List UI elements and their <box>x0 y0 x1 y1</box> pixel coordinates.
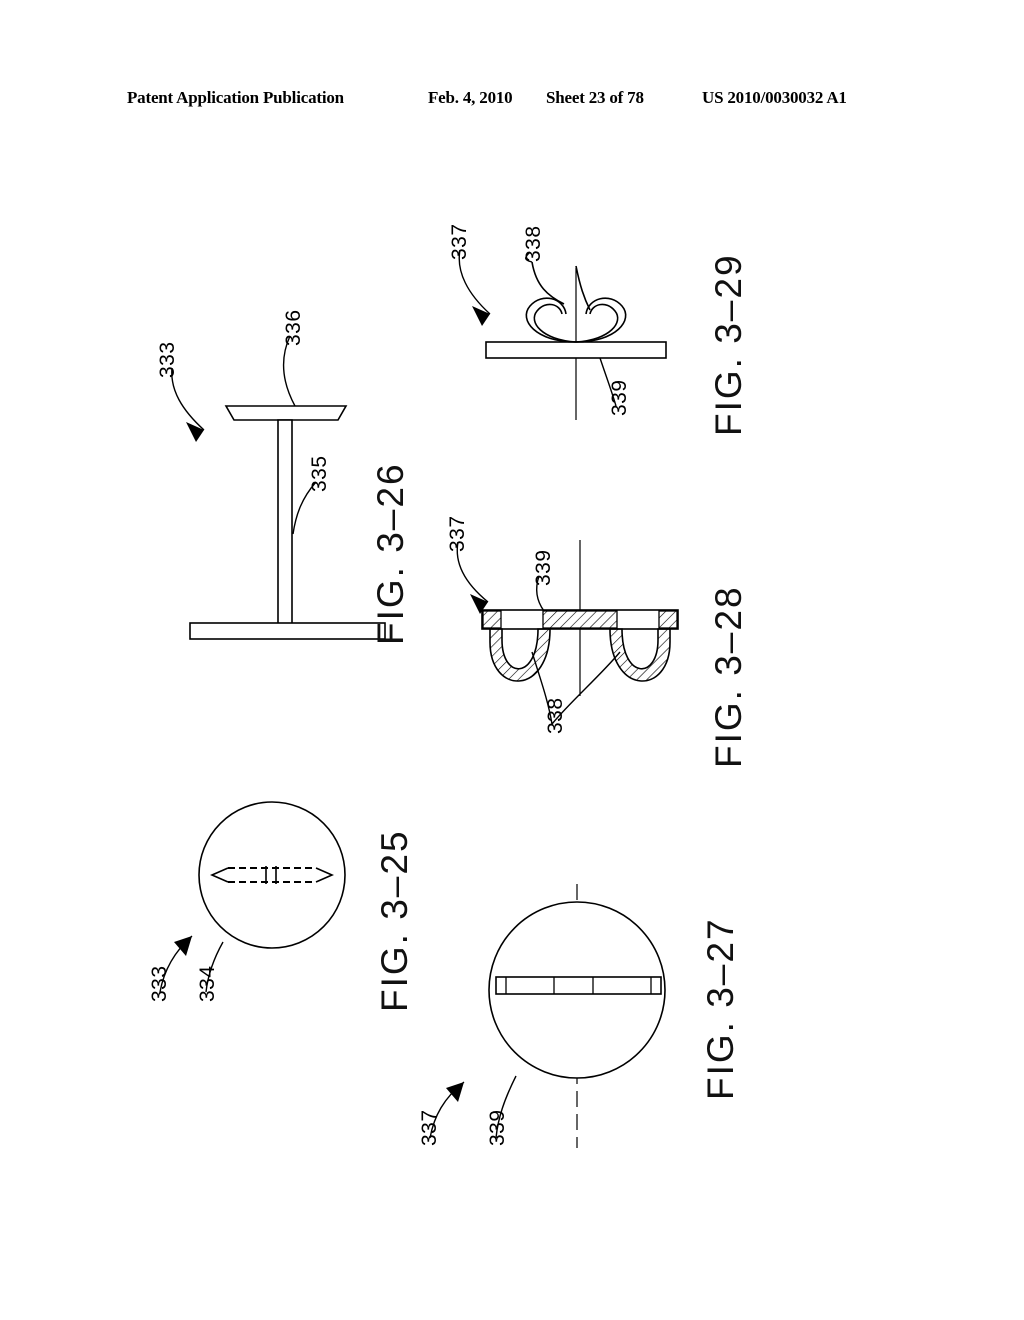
bar-hatch-right-end <box>658 610 678 629</box>
leader-line-336 <box>282 335 296 407</box>
bar-body <box>495 976 662 995</box>
figure-3-27-drawing <box>429 884 666 1148</box>
header-publication-title: Patent Application Publication <box>127 88 344 107</box>
figure-3-27-caption: FIG. 3–27 <box>700 917 741 1100</box>
figure-3-29-drawing <box>458 249 667 420</box>
reference-number-337: 337 <box>418 1109 441 1146</box>
reference-number-338: 338 <box>544 697 567 734</box>
bar-body <box>485 341 667 359</box>
arrowhead-337 <box>446 1082 464 1102</box>
header-publication-date: Feb. 4, 2010 <box>428 88 513 107</box>
hook-right-inner <box>575 303 619 343</box>
reference-number-335: 335 <box>308 455 331 492</box>
disc-outline <box>198 801 346 949</box>
figure-3-28: 337 339 338 <box>440 500 740 790</box>
header-patent-number: US 2010/0030032 A1 <box>702 88 847 107</box>
reference-number-336: 336 <box>282 309 305 346</box>
figure-3-27: 337 339 <box>400 880 700 1180</box>
hook-tail-right <box>575 265 591 311</box>
arrowhead-337 <box>472 306 490 326</box>
header-sheet-number: Sheet 23 of 78 <box>546 88 644 107</box>
arrowhead-333 <box>186 422 204 442</box>
figure-3-29-caption: FIG. 3–29 <box>708 253 749 436</box>
figure-3-28-drawing <box>456 540 679 725</box>
reference-number-334: 334 <box>196 965 219 1002</box>
bar-hatch-left-end <box>482 610 502 629</box>
pedestal-top-plate <box>224 405 348 421</box>
reference-number-333: 333 <box>156 341 179 378</box>
reference-number-339: 339 <box>486 1109 509 1146</box>
pedestal-stem <box>277 419 293 625</box>
reference-number-333: 333 <box>148 965 171 1002</box>
figure-3-26-caption: FIG. 3–26 <box>370 462 411 645</box>
reference-number-339: 339 <box>532 549 555 586</box>
loop-right-section <box>609 628 671 682</box>
hook-left-inner <box>533 303 577 343</box>
pedestal-base-plate <box>189 622 386 640</box>
reference-number-339: 339 <box>608 379 631 416</box>
loop-left-section <box>489 628 551 682</box>
reference-number-337: 337 <box>446 515 469 552</box>
figure-3-29: 337 338 339 <box>440 210 740 460</box>
reference-number-338: 338 <box>522 225 545 262</box>
bar-hatch-center-web <box>542 610 618 629</box>
page-header: Patent Application Publication Feb. 4, 2… <box>0 88 1024 114</box>
reference-number-337: 337 <box>448 223 471 260</box>
figure-3-28-caption: FIG. 3–28 <box>708 585 749 768</box>
